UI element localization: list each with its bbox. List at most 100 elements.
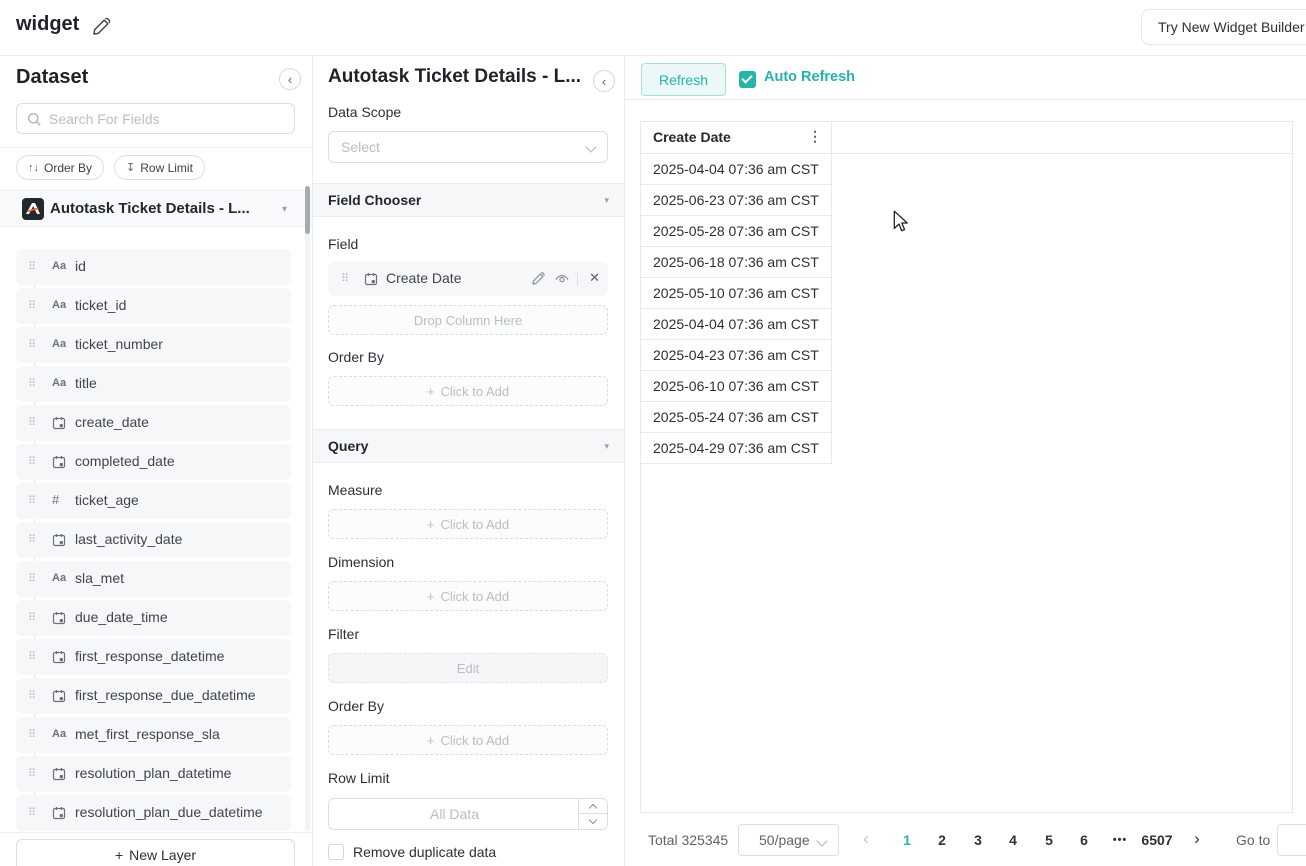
create-date-column-header[interactable]: Create Date ⋮ [641, 122, 832, 154]
widget-name: widget [16, 13, 79, 36]
drag-handle-icon[interactable]: ⠿ [28, 572, 36, 586]
page-size-select[interactable]: 50/page [738, 824, 839, 856]
table-row[interactable]: 2025-06-23 07:36 am CST [641, 185, 832, 216]
stepper-down-button[interactable] [579, 814, 608, 829]
field-item-due-date-time[interactable]: ⠿ due_date_time [16, 600, 291, 636]
drag-handle-icon[interactable]: ⠿ [28, 338, 36, 352]
page-number-1[interactable]: 1 [893, 824, 921, 856]
drag-handle-icon[interactable]: ⠿ [28, 416, 36, 430]
drag-handle-icon[interactable]: ⠿ [28, 494, 36, 508]
try-new-widget-builder-button[interactable]: Try New Widget Builder [1141, 9, 1306, 45]
drag-handle-icon[interactable]: ⠿ [341, 272, 349, 285]
date-type-icon [52, 611, 66, 628]
drag-handle-icon[interactable]: ⠿ [28, 260, 36, 274]
measure-add-button[interactable]: + Click to Add [328, 509, 608, 539]
field-item-last-activity-date[interactable]: ⠿ last_activity_date [16, 522, 291, 558]
field-item-resolution-plan-datetime[interactable]: ⠿ resolution_plan_datetime [16, 756, 291, 792]
search-fields-input[interactable] [49, 105, 289, 132]
field-item-ticket-age[interactable]: ⠿ # ticket_age [16, 483, 291, 519]
field-item-completed-date[interactable]: ⠿ completed_date [16, 444, 291, 480]
order-by-pill-button[interactable]: ↑↓ Order By [16, 155, 104, 180]
goto-page-input[interactable] [1277, 824, 1306, 856]
pagination-ellipsis[interactable]: ••• [1106, 824, 1134, 856]
cell-create-date: 2025-05-10 07:36 am CST [653, 285, 819, 301]
dataset-caret-down-icon[interactable]: ▾ [282, 204, 287, 215]
data-scope-select[interactable]: Select [328, 131, 608, 163]
scrollbar-track [305, 186, 310, 831]
date-type-icon [52, 806, 66, 823]
table-row[interactable]: 2025-04-04 07:36 am CST [641, 309, 832, 340]
prev-page-arrow[interactable]: ‹ [852, 824, 880, 856]
page-number-6[interactable]: 6 [1070, 824, 1098, 856]
table-row[interactable]: 2025-04-23 07:36 am CST [641, 340, 832, 371]
remove-duplicate-checkbox[interactable] [328, 844, 344, 860]
page-number-5[interactable]: 5 [1035, 824, 1063, 856]
field-item-id[interactable]: ⠿ Aa id [16, 249, 291, 285]
drag-handle-icon[interactable]: ⠿ [28, 689, 36, 703]
auto-refresh-label[interactable]: Auto Refresh [764, 69, 855, 85]
drag-handle-icon[interactable]: ⠿ [28, 767, 36, 781]
row-limit-pill-button[interactable]: ↧ Row Limit [114, 155, 205, 180]
dataset-selector-row[interactable]: Autotask Ticket Details - L... ▾ [0, 190, 313, 227]
page-number-2[interactable]: 2 [928, 824, 956, 856]
visibility-eye-icon[interactable] [554, 271, 570, 287]
drag-handle-icon[interactable]: ⠿ [28, 806, 36, 820]
remove-field-icon[interactable]: ✕ [589, 270, 600, 286]
page-number-3[interactable]: 3 [964, 824, 992, 856]
field-item-met-first-response-sla[interactable]: ⠿ Aa met_first_response_sla [16, 717, 291, 753]
table-row[interactable]: 2025-05-28 07:36 am CST [641, 216, 832, 247]
drag-handle-icon[interactable]: ⠿ [28, 650, 36, 664]
drag-handle-icon[interactable]: ⠿ [28, 299, 36, 313]
table-row[interactable]: 2025-05-10 07:36 am CST [641, 278, 832, 309]
next-page-arrow[interactable]: › [1183, 824, 1211, 856]
column-menu-kebab-icon[interactable]: ⋮ [805, 128, 825, 145]
collapse-dataset-panel-button[interactable]: ‹ [279, 68, 301, 90]
table-row[interactable]: 2025-04-04 07:36 am CST [641, 154, 832, 185]
table-row[interactable]: 2025-06-10 07:36 am CST [641, 371, 832, 402]
section-caret-down-icon[interactable]: ▾ [604, 195, 609, 206]
dimension-add-button[interactable]: + Click to Add [328, 581, 608, 611]
section-caret-down-icon[interactable]: ▾ [604, 441, 609, 452]
field-item-create-date[interactable]: ⠿ create_date [16, 405, 291, 441]
page-number-4[interactable]: 4 [999, 824, 1027, 856]
stepper-up-button[interactable] [579, 799, 608, 814]
drag-handle-icon[interactable]: ⠿ [28, 377, 36, 391]
field-item-first-response-due-datetime[interactable]: ⠿ first_response_due_datetime [16, 678, 291, 714]
refresh-button[interactable]: Refresh [641, 63, 726, 96]
chevron-down-icon [589, 816, 597, 824]
divider [0, 147, 313, 148]
collapse-config-panel-button[interactable]: ‹ [593, 70, 615, 92]
order-by-add-button[interactable]: + Click to Add [328, 376, 608, 406]
scrollbar-thumb[interactable] [305, 186, 310, 234]
field-item-first-response-datetime[interactable]: ⠿ first_response_datetime [16, 639, 291, 675]
field-item-resolution-plan-due-datetime[interactable]: ⠿ resolution_plan_due_datetime [16, 795, 291, 831]
auto-refresh-checkbox[interactable] [739, 71, 756, 88]
table-row[interactable]: 2025-06-18 07:36 am CST [641, 247, 832, 278]
table-row[interactable]: 2025-05-24 07:36 am CST [641, 402, 832, 433]
field-item-ticket-number[interactable]: ⠿ Aa ticket_number [16, 327, 291, 363]
drag-handle-icon[interactable]: ⠿ [28, 455, 36, 469]
order-by-add-button-2[interactable]: + Click to Add [328, 725, 608, 755]
field-item-title[interactable]: ⠿ Aa title [16, 366, 291, 402]
click-to-add-label: Click to Add [440, 384, 509, 399]
new-layer-button[interactable]: + New Layer [16, 839, 295, 866]
field-name: ticket_id [75, 297, 126, 313]
field-name: create_date [75, 414, 149, 430]
edit-widget-name-icon[interactable] [90, 16, 112, 38]
filter-edit-button[interactable]: Edit [328, 653, 608, 683]
drag-handle-icon[interactable]: ⠿ [28, 728, 36, 742]
edit-field-icon[interactable] [530, 271, 546, 287]
create-date-field-chip[interactable]: ⠿ Create Date ✕ [328, 262, 608, 296]
preview-panel: Refresh Auto Refresh Create Date ⋮ 2025-… [625, 56, 1306, 866]
layer-config-panel: Autotask Ticket Details - L... ‹ Data Sc… [313, 56, 625, 866]
page-number-last[interactable]: 6507 [1132, 824, 1182, 856]
row-limit-input[interactable] [330, 800, 579, 828]
field-item-sla-met[interactable]: ⠿ Aa sla_met [16, 561, 291, 597]
field-item-ticket-id[interactable]: ⠿ Aa ticket_id [16, 288, 291, 324]
field-name: first_response_due_datetime [75, 687, 256, 703]
drag-handle-icon[interactable]: ⠿ [28, 611, 36, 625]
table-row[interactable]: 2025-04-29 07:36 am CST [641, 433, 832, 464]
chevron-left-icon: ‹ [288, 73, 292, 86]
drag-handle-icon[interactable]: ⠿ [28, 533, 36, 547]
drop-column-zone[interactable]: Drop Column Here [328, 305, 608, 335]
